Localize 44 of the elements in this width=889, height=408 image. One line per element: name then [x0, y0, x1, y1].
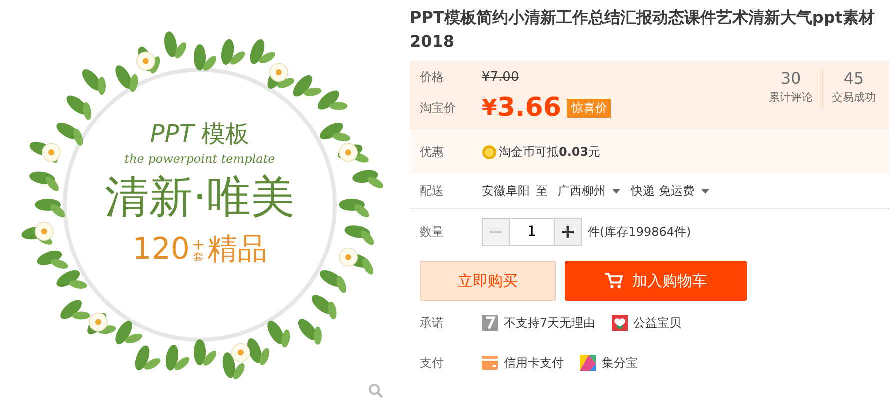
stat-value: 30	[780, 69, 802, 88]
shipping-dropdown[interactable]: 快递 免运费	[631, 182, 710, 200]
stat-label: 累计评论	[769, 90, 813, 105]
product-title: PPT模板简约小清新工作总结汇报动态课件艺术清新大气ppt素材2018	[410, 7, 876, 53]
image-title: PPT 模板	[150, 119, 250, 150]
increase-button[interactable]	[554, 218, 582, 246]
stat-label: 交易成功	[832, 90, 876, 105]
promise-label: 承诺	[419, 314, 445, 332]
plus-icon	[562, 226, 574, 238]
quantity-field[interactable]: 1	[510, 218, 554, 246]
original-price: ¥7.00	[482, 70, 520, 85]
discount-label: 优惠	[419, 144, 445, 160]
discount-text: 淘金币可抵0.03元	[499, 144, 601, 160]
caret-icon	[612, 188, 621, 194]
stat-value: 45	[844, 69, 864, 88]
image-headline: 清新·唯美	[105, 171, 295, 225]
delivery-origin: 安徽阜阳	[482, 182, 530, 200]
destination-dropdown[interactable]: 广西柳州	[558, 182, 621, 200]
delivery-label: 配送	[419, 182, 445, 200]
image-subtitle: the powerpoint template	[124, 152, 276, 166]
promise-text: 不支持7天无理由	[504, 314, 596, 332]
caret-icon	[700, 188, 710, 194]
cart-icon	[604, 273, 622, 289]
delivery-to-word: 至	[536, 182, 548, 200]
search-icon[interactable]	[368, 383, 384, 399]
credit-card-icon	[482, 355, 498, 371]
points-logo-icon	[580, 355, 596, 371]
seven-days-icon	[482, 315, 498, 331]
image-count: 120	[132, 232, 190, 267]
price-label: 价格	[419, 69, 445, 86]
promo-price: 3.66	[497, 93, 562, 123]
payment-text: 集分宝	[602, 354, 638, 372]
promise-text: 公益宝贝	[634, 314, 682, 332]
payment-label: 支付	[419, 354, 445, 372]
image-tagline: 精品	[207, 231, 268, 269]
payment-text: 信用卡支付	[504, 354, 564, 372]
quantity-label: 数量	[419, 224, 445, 240]
coin-icon	[482, 144, 497, 160]
image-plus: +	[192, 236, 206, 252]
stock-text: 件(库存199864件)	[588, 224, 692, 240]
image-unit: 套	[194, 252, 204, 262]
currency-symbol: ¥	[482, 96, 498, 120]
price-badge: 惊喜价	[567, 98, 612, 118]
promo-price-label: 淘宝价	[419, 100, 457, 116]
